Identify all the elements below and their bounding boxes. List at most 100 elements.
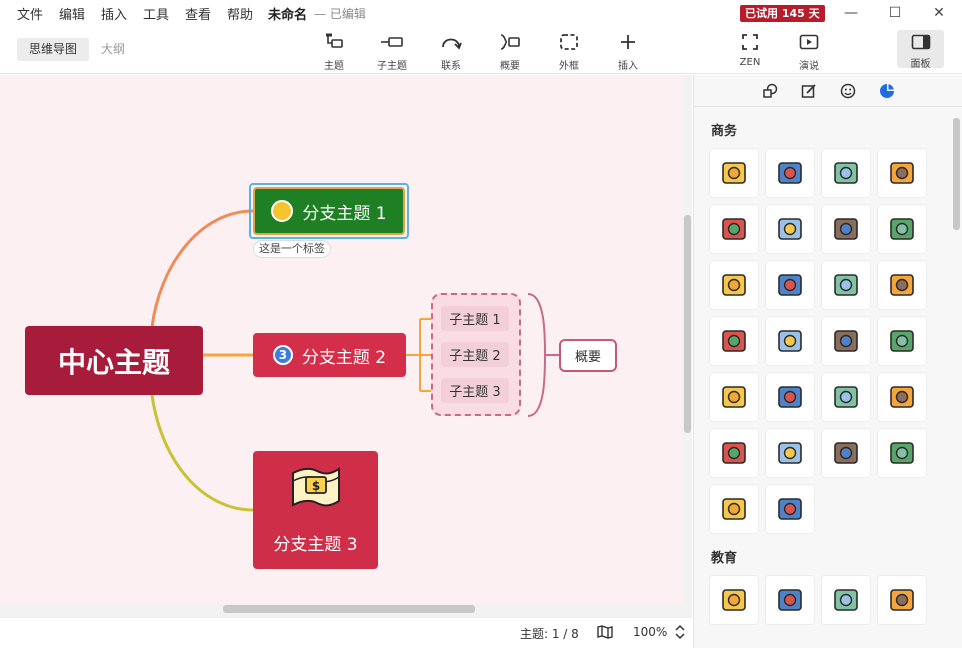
subtopic-icon <box>367 32 417 52</box>
trial-badge[interactable]: 已试用 145 天 <box>740 5 825 22</box>
emoji-tab-icon[interactable] <box>839 82 857 100</box>
relationship-icon <box>426 32 476 52</box>
relationship-button[interactable]: 联系 <box>426 32 476 72</box>
boundary-icon <box>544 32 594 52</box>
branch-topic-2[interactable]: 3 分支主题 2 <box>253 333 406 377</box>
canvas-horizontal-scroll-thumb[interactable] <box>223 605 475 613</box>
printer-icon[interactable] <box>710 373 758 421</box>
zen-label: ZEN <box>739 57 761 68</box>
analytics-icon[interactable] <box>766 373 814 421</box>
subtopic-3[interactable]: 子主题 3 <box>441 378 509 403</box>
support-agent-icon[interactable] <box>822 205 870 253</box>
branch-topic-3-text: 分支主题 3 <box>273 535 358 555</box>
chat-bubble-icon[interactable] <box>878 149 926 197</box>
present-button[interactable]: 演说 <box>784 32 834 72</box>
priority-badge: 3 <box>272 345 293 365</box>
coins-icon[interactable] <box>878 429 926 477</box>
menu-file[interactable]: 文件 <box>17 4 43 23</box>
fullscreen-icon <box>725 32 775 52</box>
topic-icon <box>309 32 359 52</box>
calculator-icon[interactable] <box>822 149 870 197</box>
insert-button[interactable]: 插入 <box>603 32 653 72</box>
team-icon[interactable] <box>878 373 926 421</box>
mindmap-canvas[interactable]: 中心主题 分支主题 1 这是一个标签 3 分支主题 2 $ 分支主题 3 子主题… <box>0 75 692 617</box>
shapes-tab-icon[interactable] <box>761 82 779 100</box>
canvas-vertical-scroll-thumb[interactable] <box>684 215 691 433</box>
microphone-icon[interactable] <box>710 485 758 533</box>
money-icon: $ <box>291 465 341 516</box>
summary-button[interactable]: 概要 <box>485 32 535 72</box>
zoom-stepper-icon[interactable] <box>675 624 685 643</box>
mail-icon[interactable] <box>878 205 926 253</box>
summary-topic[interactable]: 概要 <box>559 339 617 372</box>
document-title: 未命名 <box>268 8 308 23</box>
close-icon[interactable]: ✕ <box>927 3 951 23</box>
topic-label: 主题 <box>324 61 344 72</box>
checklist-icon[interactable] <box>766 429 814 477</box>
menu-help[interactable]: 帮助 <box>227 4 253 23</box>
tab-outline[interactable]: 大纲 <box>89 38 137 61</box>
menu-tools[interactable]: 工具 <box>143 4 169 23</box>
minimize-icon[interactable]: — <box>839 3 863 23</box>
turntable-icon[interactable] <box>710 317 758 365</box>
bar-chart-icon[interactable] <box>822 429 870 477</box>
money-icon[interactable] <box>710 149 758 197</box>
branch-topic-1[interactable]: 分支主题 1 <box>253 187 405 235</box>
tab-mindmap[interactable]: 思维导图 <box>17 38 90 61</box>
zen-button[interactable]: ZEN <box>725 32 775 68</box>
sticker-icon <box>271 200 294 222</box>
svg-text:$: $ <box>311 479 319 493</box>
branch-topic-2-text: 分支主题 2 <box>301 347 387 368</box>
panel-scroll-thumb[interactable] <box>953 118 960 230</box>
topic-label-tag[interactable]: 这是一个标签 <box>253 240 331 258</box>
format-tab-icon[interactable] <box>800 82 818 100</box>
target-icon[interactable] <box>822 373 870 421</box>
zoom-level[interactable]: 100% <box>633 625 667 639</box>
subtopic-label: 子主题 <box>377 61 407 72</box>
presentation-icon[interactable] <box>878 317 926 365</box>
contacts-icon[interactable] <box>766 205 814 253</box>
coffee-icon[interactable] <box>710 205 758 253</box>
folder-icon[interactable] <box>766 261 814 309</box>
summary-label: 概要 <box>500 61 520 72</box>
atom-icon[interactable] <box>710 576 758 624</box>
panel-tabs <box>694 75 962 107</box>
maximize-icon[interactable]: ☐ <box>883 3 907 23</box>
relationship-label: 联系 <box>441 61 461 72</box>
id-card-icon[interactable] <box>766 485 814 533</box>
branch3-line <box>150 394 254 512</box>
menu-insert[interactable]: 插入 <box>101 4 127 23</box>
section-business: 商务 <box>711 124 738 139</box>
menu-edit[interactable]: 编辑 <box>59 4 85 23</box>
clock-icon[interactable] <box>710 429 758 477</box>
boundary-label: 外框 <box>559 61 579 72</box>
branch1-line <box>150 209 254 328</box>
topic-count: 主题: 1 / 8 <box>520 627 579 641</box>
topic-button[interactable]: 主题 <box>309 32 359 72</box>
newspaper-icon[interactable] <box>766 317 814 365</box>
newtons-cradle-icon[interactable] <box>878 576 926 624</box>
boundary-button[interactable]: 外框 <box>544 32 594 72</box>
book-icon[interactable] <box>822 317 870 365</box>
map-icon[interactable] <box>597 625 613 642</box>
central-topic[interactable]: 中心主题 <box>25 326 203 395</box>
branch-topic-3[interactable]: $ 分支主题 3 <box>253 451 378 569</box>
summary-icon <box>485 32 535 52</box>
subtopic-1[interactable]: 子主题 1 <box>441 306 509 331</box>
chemistry-icon[interactable] <box>822 576 870 624</box>
branch-topic-1-text: 分支主题 1 <box>302 203 387 224</box>
menu-view[interactable]: 查看 <box>185 4 211 23</box>
briefcase-icon[interactable] <box>766 149 814 197</box>
globe-icon[interactable] <box>822 261 870 309</box>
subtopic-button[interactable]: 子主题 <box>367 32 417 72</box>
document-status: — 已编辑 <box>314 7 366 21</box>
view-switch: 思维导图 大纲 <box>17 38 137 61</box>
panel-button[interactable]: 面板 <box>897 30 944 70</box>
subtopic-2[interactable]: 子主题 2 <box>441 342 509 367</box>
mailbox-icon[interactable] <box>878 261 926 309</box>
document-search-icon[interactable] <box>710 261 758 309</box>
sticker-tab-icon[interactable] <box>878 82 896 100</box>
toolbar: 思维导图 大纲 主题 子主题 联系 概要 外框 插入 ZEN 演说 面板 <box>0 26 962 74</box>
scales-icon[interactable] <box>766 576 814 624</box>
plus-icon <box>603 32 653 52</box>
